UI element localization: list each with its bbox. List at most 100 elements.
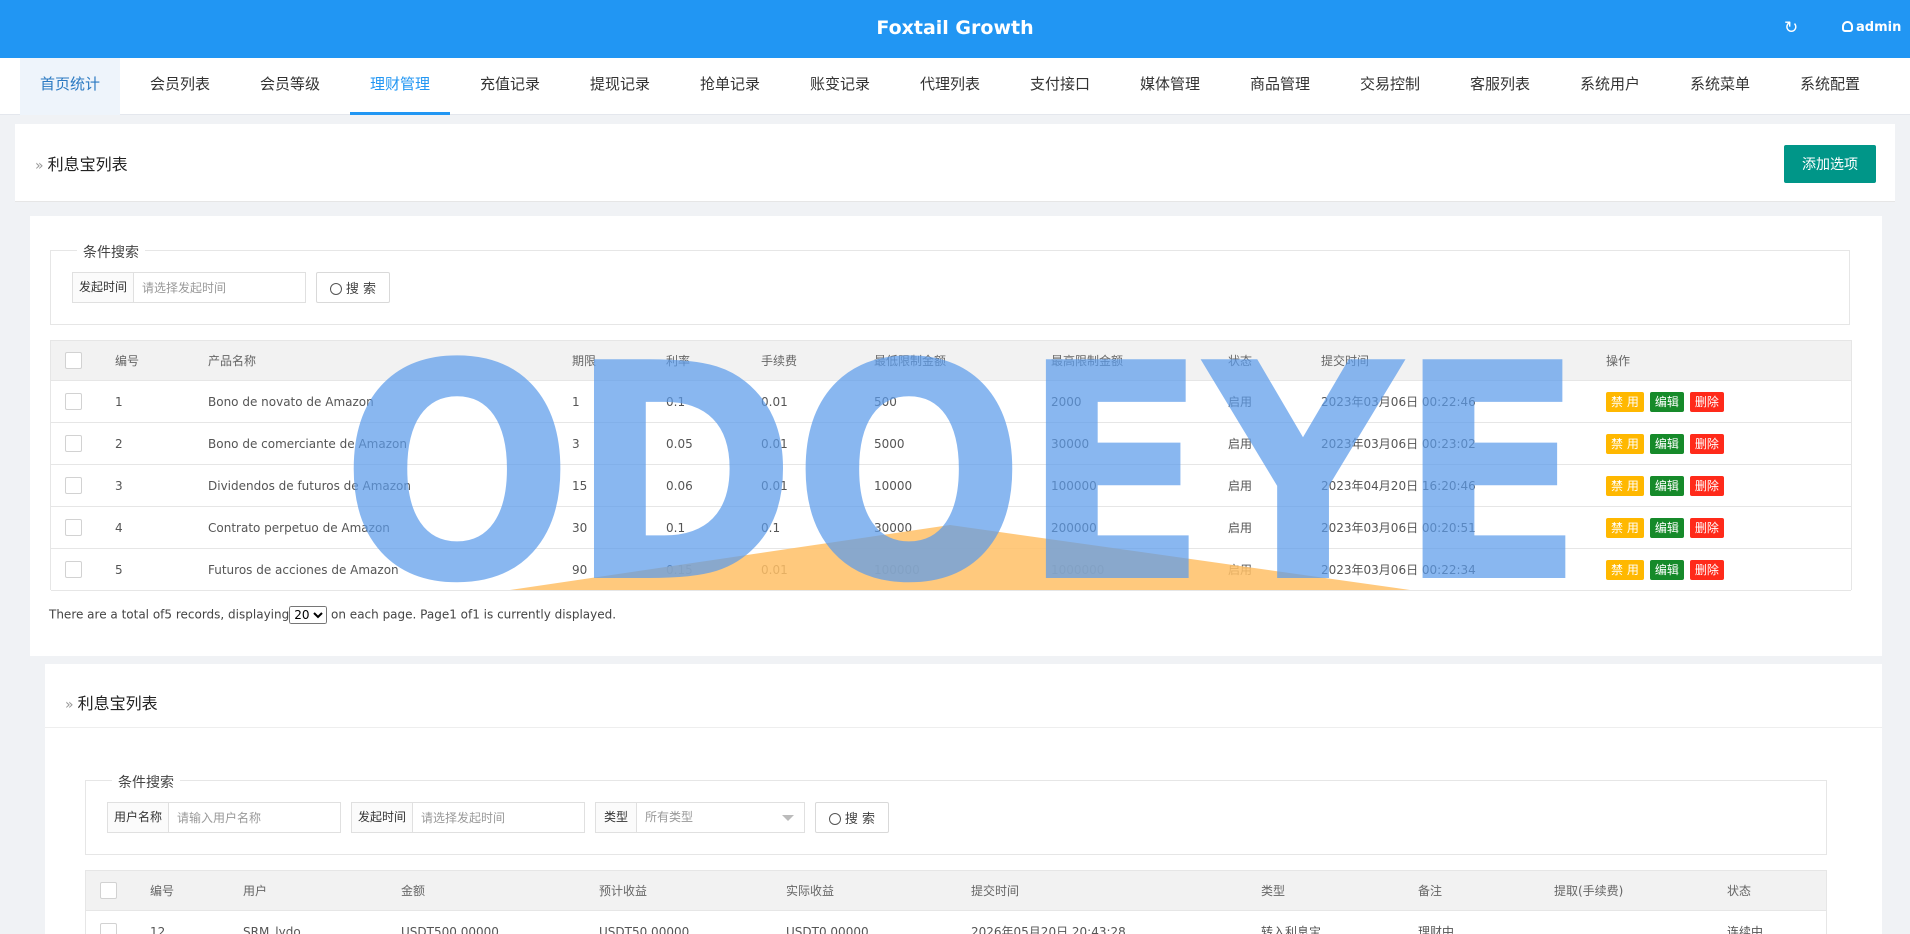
start-time-input-2[interactable]: [413, 803, 584, 832]
nav-tab[interactable]: 支付接口: [1010, 58, 1110, 115]
row-actions: 禁 用编辑 删除: [1606, 549, 1730, 590]
delete-button[interactable]: 删除: [1689, 475, 1724, 496]
row-actions: 禁 用编辑 删除: [1606, 507, 1730, 548]
start-time-group-2: 发起时间: [351, 802, 585, 833]
nav-tab[interactable]: 系统配置: [1780, 58, 1880, 115]
table-cell: 200000: [1051, 520, 1097, 535]
type-label: 类型: [596, 803, 638, 832]
column-header: 提交时间: [1321, 354, 1370, 368]
nav-tab[interactable]: 系统用户: [1560, 58, 1660, 115]
edit-button[interactable]: 编辑: [1649, 559, 1684, 580]
nav-tab[interactable]: 商品管理: [1230, 58, 1330, 115]
start-time-input[interactable]: [134, 273, 305, 302]
row-checkbox[interactable]: [65, 561, 82, 578]
row-checkbox[interactable]: [100, 923, 117, 934]
edit-button[interactable]: 编辑: [1649, 433, 1684, 454]
delete-button[interactable]: 删除: [1689, 517, 1724, 538]
type-select-value: 所有类型: [645, 810, 694, 824]
table-row: 5 Futuros de acciones de Amazon 90 0.15 0.01…: [51, 549, 1851, 591]
row-checkbox[interactable]: [65, 519, 82, 536]
checkbox-cell: [65, 507, 85, 548]
table-header: 编号 用户 金额 预计收益 实际收益 提交时间 类型 备注 提取(手续费) 状态: [86, 871, 1826, 911]
column-header: 用户: [243, 884, 268, 898]
nav-tab[interactable]: 系统菜单: [1670, 58, 1770, 115]
nav-tab[interactable]: 媒体管理: [1120, 58, 1220, 115]
section2-search-fieldset: 条件搜索 用户名称 发起时间 类型 所有类型 搜 索: [85, 772, 1827, 855]
disable-button[interactable]: 禁 用: [1606, 391, 1644, 412]
table-cell: 2023年04月20日 16:20:46: [1321, 479, 1476, 493]
refresh-icon[interactable]: ↻: [1784, 18, 1798, 38]
search-legend: 条件搜索: [112, 772, 180, 792]
edit-button[interactable]: 编辑: [1649, 475, 1684, 496]
page-size-select[interactable]: 20: [289, 606, 328, 624]
table-cell: 2023年03月06日 00:23:02: [1321, 437, 1476, 451]
table-cell: 1: [572, 394, 580, 409]
product-table: 编号 产品名称 期限 利率 手续费 最低限制金额 最高限制金额 状态 提交时间 操作 1 Bono d…: [50, 340, 1852, 591]
section1-body: 条件搜索 发起时间 搜 索 编号 产品名称 期限 利率 手续费 最低限制金额 最高限制金额 状…: [30, 216, 1882, 656]
nav-tab[interactable]: 理财管理: [350, 58, 450, 115]
table-cell: 2023年03月06日 00:22:46: [1321, 395, 1476, 409]
disable-button[interactable]: 禁 用: [1606, 475, 1644, 496]
username-group: 用户名称: [107, 802, 341, 833]
search-icon: [329, 283, 342, 295]
search-button[interactable]: 搜 索: [316, 272, 390, 303]
nav-tab[interactable]: 会员等级: [240, 58, 340, 115]
table-cell: 3: [572, 436, 580, 451]
table-cell: 0.15: [666, 562, 693, 577]
column-header: 金额: [401, 884, 426, 898]
search-button-2[interactable]: 搜 索: [815, 802, 889, 833]
nav-tab[interactable]: 会员列表: [130, 58, 230, 115]
disable-button[interactable]: 禁 用: [1606, 433, 1644, 454]
record-table: 编号 用户 金额 预计收益 实际收益 提交时间 类型 备注 提取(手续费) 状态 12 SRM_lyd…: [85, 870, 1827, 934]
row-checkbox[interactable]: [65, 435, 82, 452]
checkbox-cell: [65, 341, 85, 380]
delete-button[interactable]: 删除: [1689, 559, 1724, 580]
table-cell: Bono de comerciante de Amazon: [208, 436, 407, 451]
edit-button[interactable]: 编辑: [1649, 391, 1684, 412]
edit-button[interactable]: 编辑: [1649, 517, 1684, 538]
table-cell: 5: [115, 562, 123, 577]
table-cell: 转入利息宝: [1261, 925, 1322, 934]
nav-tab[interactable]: 抢单记录: [680, 58, 780, 115]
username-input[interactable]: [169, 803, 340, 832]
table-cell: USDT50.00000: [599, 924, 690, 934]
column-header: 手续费: [761, 354, 798, 368]
column-header: 实际收益: [786, 884, 835, 898]
nav-tab[interactable]: 交易控制: [1340, 58, 1440, 115]
delete-button[interactable]: 删除: [1689, 433, 1724, 454]
column-header: 提取(手续费): [1554, 884, 1624, 898]
pager-suffix: on each page. Page1 of1 is currently dis…: [327, 607, 617, 622]
add-option-button[interactable]: 添加选项: [1784, 145, 1876, 183]
row-actions: 禁 用编辑 删除: [1606, 381, 1730, 422]
table-cell: 2023年03月06日 00:22:34: [1321, 563, 1476, 577]
nav-tab[interactable]: 代理列表: [900, 58, 1000, 115]
table-cell: 100000: [874, 562, 920, 577]
nav-tab[interactable]: 提现记录: [570, 58, 670, 115]
checkbox-cell: [65, 423, 85, 464]
nav-tab[interactable]: 账变记录: [790, 58, 890, 115]
nav-tab[interactable]: 充值记录: [460, 58, 560, 115]
row-checkbox[interactable]: [65, 477, 82, 494]
delete-button[interactable]: 删除: [1689, 391, 1724, 412]
row-checkbox[interactable]: [65, 393, 82, 410]
table-cell: 理财中: [1418, 925, 1455, 934]
table-cell: 启用: [1228, 395, 1253, 409]
search-icon: [828, 813, 841, 825]
table-cell: 500: [874, 394, 897, 409]
search-button-label: 搜 索: [345, 282, 377, 297]
column-header: 利率: [666, 354, 691, 368]
nav-tab[interactable]: 首页统计: [20, 58, 120, 115]
user-name: admin: [1856, 20, 1902, 35]
nav-tab[interactable]: 客服列表: [1450, 58, 1550, 115]
row-checkbox[interactable]: [100, 882, 117, 899]
table-cell: 启用: [1228, 479, 1253, 493]
main-nav: 首页统计 会员列表 会员等级 理财管理 充值记录 提现记录 抢单记录 账变记录 代理列表 支付接口…: [0, 58, 1910, 115]
row-checkbox[interactable]: [65, 352, 82, 369]
chevron-right-icon: »: [35, 158, 44, 174]
disable-button[interactable]: 禁 用: [1606, 559, 1644, 580]
table-cell: Bono de novato de Amazon: [208, 394, 374, 409]
user-menu[interactable]: admin: [1842, 20, 1910, 35]
disable-button[interactable]: 禁 用: [1606, 517, 1644, 538]
table-cell: 0.01: [761, 394, 788, 409]
type-select[interactable]: 类型 所有类型: [595, 802, 805, 833]
